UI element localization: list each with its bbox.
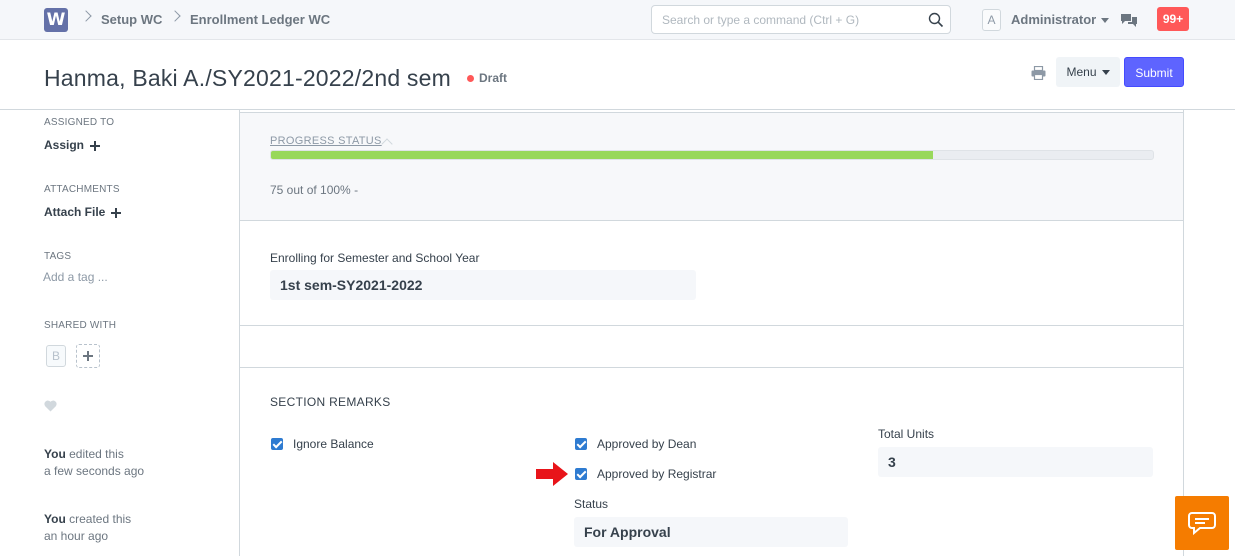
assigned-to-label: ASSIGNED TO xyxy=(44,117,115,128)
notification-badge[interactable]: 99+ xyxy=(1157,7,1189,31)
chevron-up-icon[interactable] xyxy=(381,138,393,150)
breadcrumb-separator-icon xyxy=(169,10,181,22)
breadcrumb-setup-wc[interactable]: Setup WC xyxy=(101,12,162,27)
heart-icon[interactable] xyxy=(44,400,57,412)
total-units-label: Total Units xyxy=(878,427,935,441)
timeline-action: created this xyxy=(69,512,132,526)
ignore-balance-checkbox[interactable] xyxy=(271,438,283,450)
assign-label: Assign xyxy=(44,138,85,152)
menu-button-label: Menu xyxy=(1066,65,1097,79)
approved-by-dean-label[interactable]: Approved by Dean xyxy=(597,437,696,451)
ignore-balance-label[interactable]: Ignore Balance xyxy=(293,437,374,451)
submit-button[interactable]: Submit xyxy=(1124,57,1184,87)
menu-button[interactable]: Menu xyxy=(1056,57,1120,87)
shared-with-label: SHARED WITH xyxy=(44,320,117,331)
page-title: Hanma, Baki A./SY2021-2022/2nd sem xyxy=(44,65,451,91)
timeline-time: a few seconds ago xyxy=(44,464,145,478)
attach-file-button[interactable]: Attach File xyxy=(44,205,122,219)
printer-icon[interactable] xyxy=(1031,66,1046,80)
app-logo[interactable]: W xyxy=(44,8,68,32)
support-chat-button[interactable] xyxy=(1175,496,1229,550)
timeline-item: You created this xyxy=(44,512,131,526)
status-badge: Draft xyxy=(479,71,508,85)
chat-bubbles-icon[interactable] xyxy=(1120,11,1138,29)
caret-down-icon xyxy=(1101,70,1110,76)
status-indicator-dot xyxy=(467,75,474,82)
status-field[interactable]: For Approval xyxy=(574,517,848,547)
remarks-section: SECTION REMARKS Ignore Balance Approved … xyxy=(240,368,1183,556)
status-field-label: Status xyxy=(574,497,609,511)
approved-by-registrar-label[interactable]: Approved by Registrar xyxy=(597,467,716,481)
search-icon[interactable] xyxy=(928,12,944,28)
enrollment-section: Enrolling for Semester and School Year 1… xyxy=(240,221,1183,326)
form-layout: PROGRESS STATUS 75 out of 100% - Enrolli… xyxy=(239,110,1184,556)
user-name-label: Administrator xyxy=(1011,12,1097,27)
plus-icon xyxy=(90,140,101,151)
progress-status-heading[interactable]: PROGRESS STATUS xyxy=(270,135,382,147)
plus-icon xyxy=(111,207,122,218)
red-arrow-pointer-icon xyxy=(536,462,568,486)
navbar: W Setup WC Enrollment Ledger WC A Admini… xyxy=(0,0,1235,40)
section-remarks-title: SECTION REMARKS xyxy=(270,395,391,409)
empty-section xyxy=(240,326,1183,368)
caret-down-icon xyxy=(1101,18,1110,24)
timeline-user[interactable]: You xyxy=(44,447,66,461)
tags-label: TAGS xyxy=(44,251,72,262)
user-avatar[interactable]: A xyxy=(982,9,1001,31)
breadcrumb-enrollment-ledger[interactable]: Enrollment Ledger WC xyxy=(190,12,330,27)
progress-bar xyxy=(270,150,1154,160)
breadcrumb-separator-icon xyxy=(80,10,92,22)
page-head: Hanma, Baki A./SY2021-2022/2nd sem Draft… xyxy=(0,40,1235,110)
semester-field-label: Enrolling for Semester and School Year xyxy=(270,251,480,265)
attachments-label: ATTACHMENTS xyxy=(44,184,120,195)
timeline-user[interactable]: You xyxy=(44,512,66,526)
user-menu[interactable]: Administrator xyxy=(1011,12,1110,27)
assign-button[interactable]: Assign xyxy=(44,138,101,152)
progress-text: 75 out of 100% - xyxy=(270,183,359,197)
add-share-button[interactable] xyxy=(76,344,100,368)
progress-section: PROGRESS STATUS 75 out of 100% - xyxy=(240,112,1183,221)
search-input[interactable] xyxy=(652,6,917,33)
search-bar[interactable] xyxy=(651,5,951,34)
total-units-field[interactable]: 3 xyxy=(878,447,1153,477)
shared-user-avatar[interactable]: B xyxy=(46,345,66,367)
progress-bar-fill xyxy=(271,151,933,159)
approved-by-dean-checkbox[interactable] xyxy=(575,438,587,450)
support-chat-icon xyxy=(1188,512,1216,535)
timeline-action: edited this xyxy=(69,447,124,461)
attach-file-label: Attach File xyxy=(44,205,106,219)
approved-by-registrar-checkbox[interactable] xyxy=(575,468,587,480)
timeline-time: an hour ago xyxy=(44,529,109,543)
add-tag-link[interactable]: Add a tag ... xyxy=(43,270,108,284)
semester-field[interactable]: 1st sem-SY2021-2022 xyxy=(270,270,696,300)
timeline-item: You edited this xyxy=(44,447,124,461)
